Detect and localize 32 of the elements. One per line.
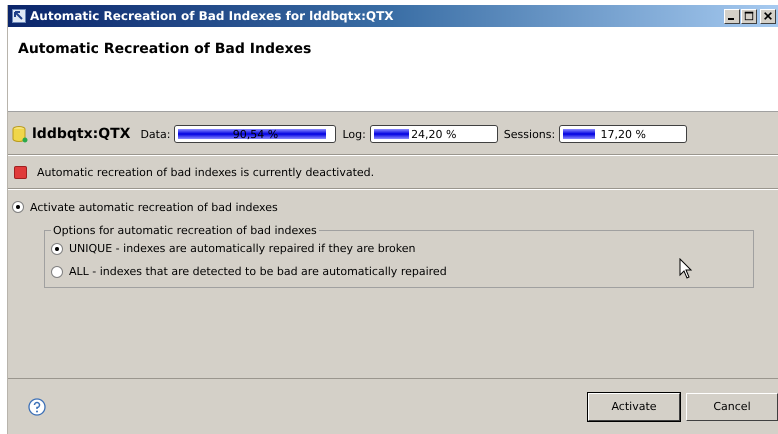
database-name: lddbqtx:QTX bbox=[32, 126, 130, 142]
maximize-icon bbox=[744, 11, 754, 21]
close-icon bbox=[763, 11, 773, 21]
minimize-icon bbox=[728, 18, 734, 20]
meter-label: Sessions: bbox=[504, 128, 556, 140]
meter-reading: 17,20 % bbox=[600, 128, 646, 140]
mouse-cursor-icon bbox=[679, 258, 693, 280]
meter-reading: 90,54 % bbox=[232, 128, 278, 140]
meter-label: Data: bbox=[140, 128, 170, 140]
radio-label: UNIQUE - indexes are automatically repaired if they are broken bbox=[69, 242, 416, 255]
radio-label: Activate automatic recreation of bad indexes bbox=[30, 200, 278, 214]
radio-circle[interactable] bbox=[12, 201, 24, 213]
status-message: Automatic recreation of bad indexes is currently deactivated. bbox=[37, 166, 374, 178]
maximize-button[interactable] bbox=[741, 8, 757, 24]
meter-label: Log: bbox=[342, 128, 366, 140]
group-title: Options for automatic recreation of bad indexes bbox=[52, 224, 318, 237]
help-icon[interactable] bbox=[28, 398, 46, 416]
radio-circle[interactable] bbox=[51, 242, 63, 254]
minimize-button[interactable] bbox=[724, 8, 740, 24]
radio-label: ALL - indexes that are detected to be bad are automatically repaired bbox=[69, 265, 447, 278]
header-title: Automatic Recreation of Bad Indexes bbox=[18, 41, 312, 57]
option-radio[interactable]: UNIQUE - indexes are automatically repaired if they are broken bbox=[51, 237, 747, 260]
activate-radio[interactable]: Activate automatic recreation of bad indexes bbox=[8, 194, 778, 220]
dialog-button[interactable]: Cancel bbox=[686, 392, 778, 420]
radio-circle[interactable] bbox=[51, 266, 63, 278]
option-radio[interactable]: ALL - indexes that are detected to be bad are automatically repaired bbox=[51, 260, 747, 283]
meter-reading: 24,20 % bbox=[411, 128, 457, 140]
window-title: Automatic Recreation of Bad Indexes for lddbqtx:QTX bbox=[30, 9, 395, 23]
close-button[interactable] bbox=[760, 8, 776, 24]
dialog-button[interactable]: Activate bbox=[588, 392, 680, 420]
database-icon bbox=[12, 125, 28, 143]
app-icon bbox=[12, 9, 26, 23]
